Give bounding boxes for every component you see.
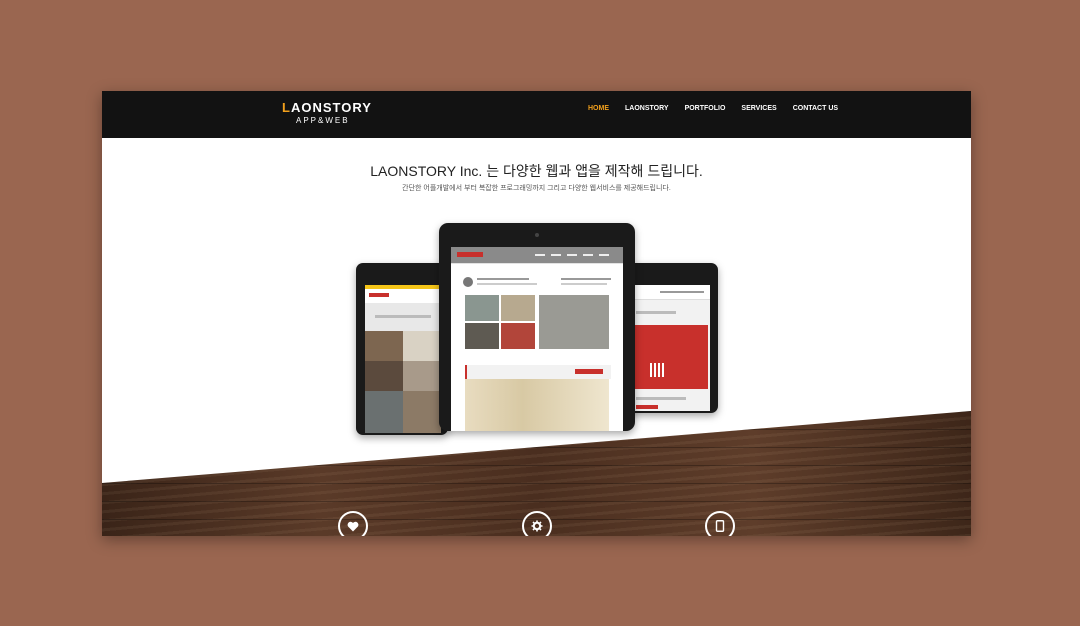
photo-tile	[403, 331, 441, 361]
photo-tile	[501, 323, 535, 349]
photo-tile	[403, 361, 441, 391]
screen-text-block	[477, 278, 529, 280]
logo-subtitle: APP&WEB	[296, 116, 350, 125]
mini-text-block	[636, 311, 676, 314]
mini-red-button	[636, 405, 658, 409]
hero-title: LAONSTORY Inc. 는 다양한 웹과 앱을 제작해 드립니다.	[370, 163, 703, 179]
qr-code-block	[650, 363, 664, 377]
right-tablet-mockup	[622, 263, 718, 413]
mobile-icon	[715, 520, 725, 532]
site-logo[interactable]: LAONSTORY APP&WEB	[282, 100, 371, 126]
heart-icon	[347, 521, 359, 531]
logo-rest: AONSTORY	[290, 100, 372, 115]
left-tablet-mockup	[356, 263, 448, 435]
feature-gear[interactable]	[522, 511, 552, 536]
nav-home[interactable]: HOME	[580, 104, 617, 120]
screen-text-block	[561, 283, 607, 285]
gear-icon	[531, 520, 543, 532]
feature-mobile[interactable]	[705, 511, 735, 536]
screen-nav-link	[583, 254, 593, 256]
camera-dot	[535, 233, 539, 237]
screen-text-block	[561, 278, 611, 280]
website-frame: LAONSTORY APP&WEB HOME LAONSTORY PORTFOL…	[102, 91, 971, 536]
mini-text-block	[375, 315, 431, 318]
photo-tile	[403, 391, 441, 433]
dreamcatcher-photo	[465, 379, 609, 431]
logo-text: LAONSTORY	[282, 100, 371, 115]
center-tablet-screen	[451, 247, 623, 431]
screen-nav-link	[535, 254, 545, 256]
hero-subtitle: 간단한 어플개발에서 부터 복잡한 프로그래밍까지 그리고 다양한 웹서비스를 …	[402, 185, 671, 192]
screen-nav-link	[551, 254, 561, 256]
photo-tile	[465, 295, 499, 321]
red-promo-panel	[632, 325, 708, 389]
nav-services[interactable]: SERVICES	[733, 104, 784, 120]
photo-tile	[365, 331, 403, 361]
photo-tile-large	[539, 295, 609, 349]
screen-logo	[457, 252, 483, 257]
banner-red-button	[575, 369, 603, 374]
navbar: LAONSTORY APP&WEB HOME LAONSTORY PORTFOL…	[102, 91, 971, 138]
left-tablet-screen	[365, 285, 441, 433]
photo-tile	[501, 295, 535, 321]
feature-heart[interactable]	[338, 511, 368, 536]
screen-nav-link	[567, 254, 577, 256]
screen-text-block	[477, 283, 537, 285]
nav-laonstory[interactable]: LAONSTORY	[617, 104, 677, 120]
nav-portfolio[interactable]: PORTFOLIO	[677, 104, 734, 120]
screen-avatar	[463, 277, 473, 287]
screen-nav-link	[599, 254, 609, 256]
center-tablet-mockup	[439, 223, 635, 431]
right-tablet-screen	[630, 285, 710, 411]
mini-logo-block	[369, 293, 389, 297]
photo-tile	[365, 391, 403, 433]
main-nav: HOME LAONSTORY PORTFOLIO SERVICES CONTAC…	[580, 104, 846, 120]
mini-nav-lines	[660, 291, 704, 293]
photo-tile	[465, 323, 499, 349]
logo-accent-letter: L	[282, 100, 291, 115]
nav-contact-us[interactable]: CONTACT US	[785, 104, 846, 120]
mini-text-block	[636, 397, 686, 400]
photo-tile	[365, 361, 403, 391]
